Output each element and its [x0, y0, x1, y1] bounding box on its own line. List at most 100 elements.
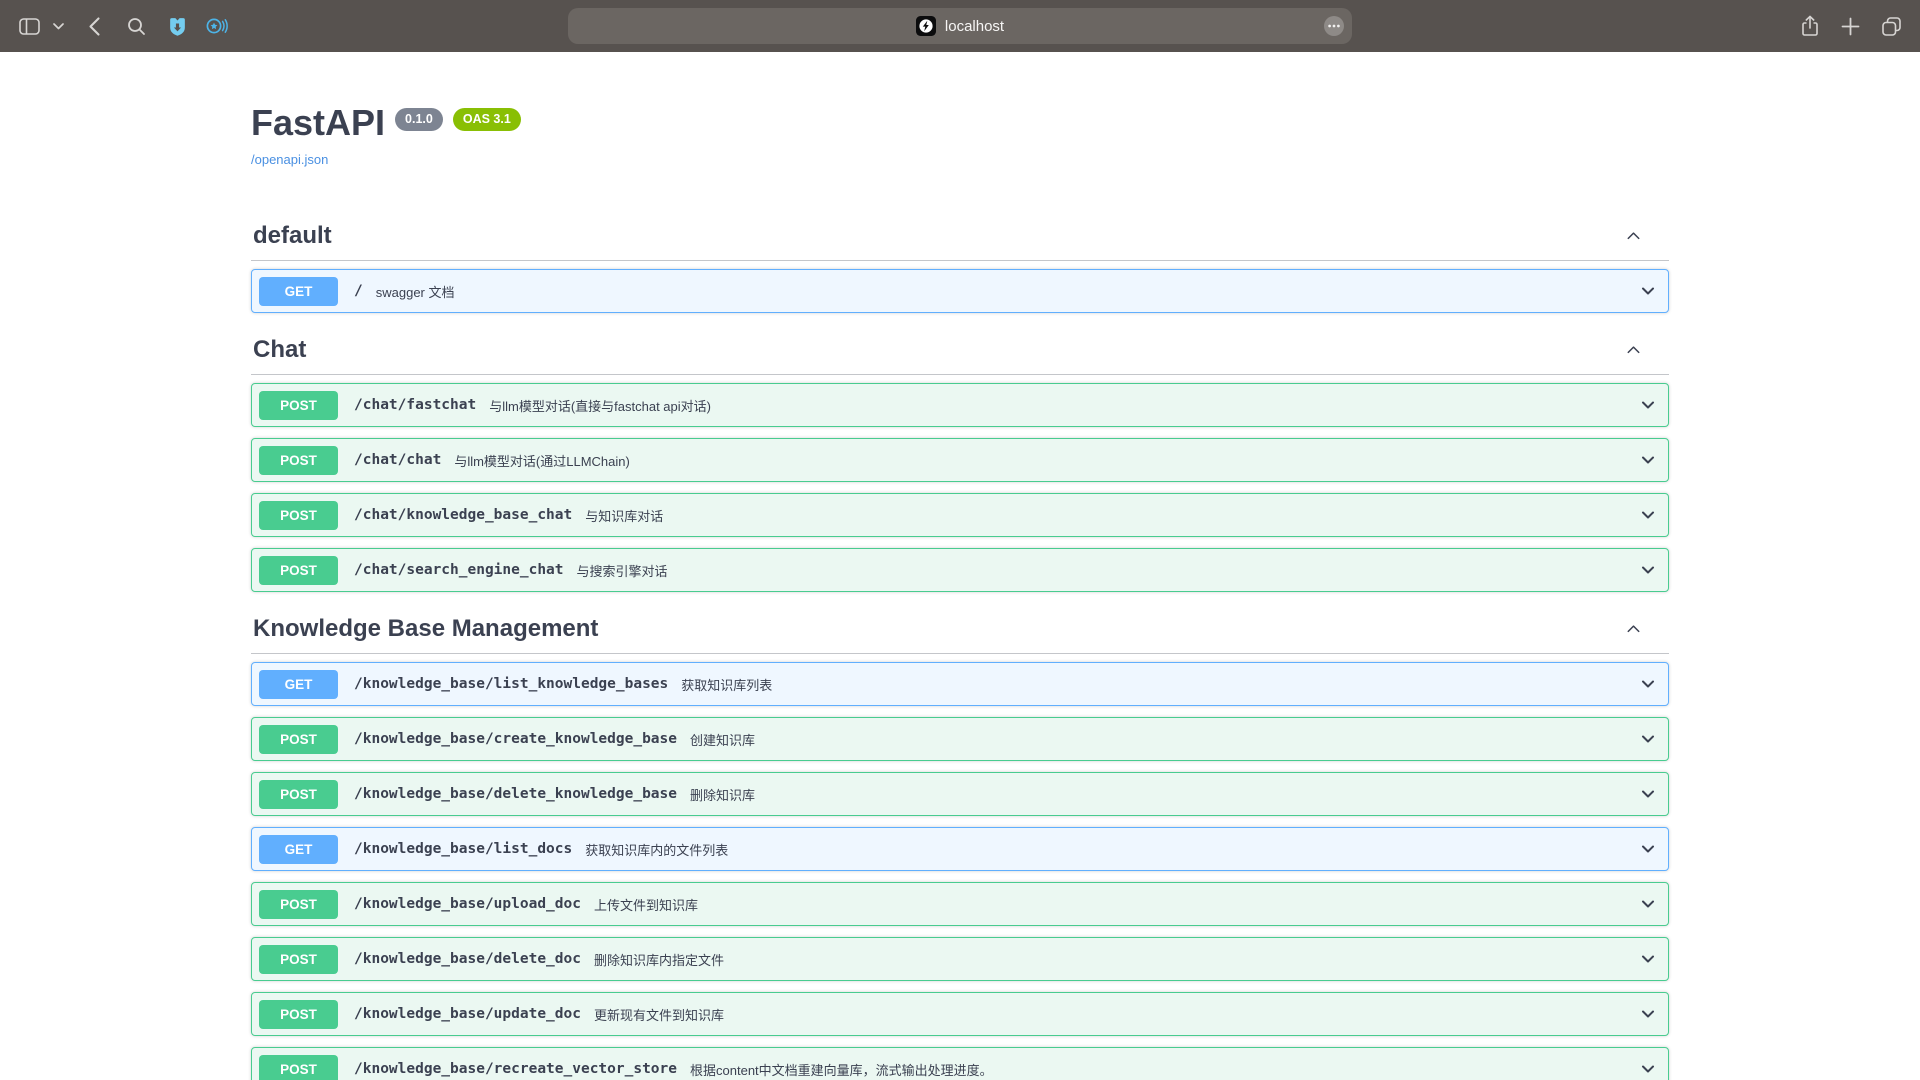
operation-row[interactable]: POST /knowledge_base/recreate_vector_sto… [251, 1047, 1669, 1080]
endpoint-path: /knowledge_base/list_docs [354, 841, 572, 857]
endpoint-description: 与llm模型对话(通过LLMChain) [454, 451, 630, 470]
chevron-down-icon [1638, 729, 1658, 749]
method-badge: POST [259, 725, 338, 754]
endpoint-path: /chat/chat [354, 452, 441, 468]
search-button[interactable] [127, 17, 146, 36]
expand-operation-button[interactable] [1638, 949, 1658, 969]
method-badge: POST [259, 780, 338, 809]
endpoint-path: /knowledge_base/list_knowledge_bases [354, 676, 668, 692]
shield-extension-icon [167, 16, 188, 37]
method-badge: POST [259, 1000, 338, 1029]
openapi-json-link[interactable]: /openapi.json [251, 152, 328, 167]
chevron-down-icon [1638, 281, 1658, 301]
toolbar-left-group [16, 0, 228, 52]
live-extension-button[interactable] [205, 16, 228, 36]
api-section: Knowledge Base Management GET /knowledge… [251, 614, 1669, 1080]
endpoint-path: /chat/fastchat [354, 397, 476, 413]
expand-operation-button[interactable] [1638, 560, 1658, 580]
endpoint-description: 删除知识库内指定文件 [594, 950, 724, 969]
sidebar-menu-button[interactable] [49, 23, 67, 30]
collapse-section-button[interactable] [1624, 619, 1643, 638]
expand-operation-button[interactable] [1638, 505, 1658, 525]
collapse-section-button[interactable] [1624, 226, 1643, 245]
method-badge: POST [259, 446, 338, 475]
expand-operation-button[interactable] [1638, 674, 1658, 694]
page-settings-button[interactable] [1323, 15, 1345, 37]
section-header[interactable]: Knowledge Base Management [251, 614, 1669, 654]
chevron-down-icon [1638, 560, 1658, 580]
chevron-up-icon [1624, 226, 1643, 245]
page-title: FastAPI 0.1.0 OAS 3.1 [251, 103, 1669, 143]
operation-row[interactable]: POST /knowledge_base/delete_doc 删除知识库内指定… [251, 937, 1669, 981]
endpoint-path: /knowledge_base/delete_knowledge_base [354, 786, 677, 802]
expand-operation-button[interactable] [1638, 1004, 1658, 1024]
endpoint-path: /knowledge_base/create_knowledge_base [354, 731, 677, 747]
chevron-up-icon [1624, 619, 1643, 638]
api-section: default GET / swagger 文档 [251, 221, 1669, 313]
tab-overview-icon [1881, 16, 1902, 37]
method-badge: POST [259, 890, 338, 919]
endpoint-description: 上传文件到知识库 [594, 895, 698, 914]
back-button[interactable] [89, 17, 100, 36]
share-button[interactable] [1800, 15, 1820, 38]
operations-list: GET /knowledge_base/list_knowledge_bases… [251, 662, 1669, 1080]
tab-overview-button[interactable] [1881, 16, 1902, 37]
section-header[interactable]: default [251, 221, 1669, 261]
share-icon [1800, 15, 1820, 38]
method-badge: GET [259, 670, 338, 699]
swagger-page: FastAPI 0.1.0 OAS 3.1 /openapi.json defa… [0, 52, 1920, 1080]
expand-operation-button[interactable] [1638, 395, 1658, 415]
endpoint-description: 更新现有文件到知识库 [594, 1005, 724, 1024]
operation-row[interactable]: GET /knowledge_base/list_docs 获取知识库内的文件列… [251, 827, 1669, 871]
operations-list: GET / swagger 文档 [251, 269, 1669, 313]
operation-row[interactable]: POST /knowledge_base/update_doc 更新现有文件到知… [251, 992, 1669, 1036]
new-tab-button[interactable] [1841, 17, 1860, 36]
endpoint-path: /knowledge_base/upload_doc [354, 896, 581, 912]
operation-row[interactable]: POST /chat/search_engine_chat 与搜索引擎对话 [251, 548, 1669, 592]
sidebar-icon [19, 18, 40, 35]
address-bar[interactable]: localhost [568, 8, 1352, 44]
endpoint-description: 删除知识库 [690, 785, 755, 804]
operation-row[interactable]: POST /chat/fastchat 与llm模型对话(直接与fastchat… [251, 383, 1669, 427]
operation-row[interactable]: POST /chat/chat 与llm模型对话(通过LLMChain) [251, 438, 1669, 482]
expand-operation-button[interactable] [1638, 1059, 1658, 1079]
section-title: default [253, 221, 332, 250]
expand-operation-button[interactable] [1638, 729, 1658, 749]
chevron-down-icon [1638, 784, 1658, 804]
operation-row[interactable]: GET /knowledge_base/list_knowledge_bases… [251, 662, 1669, 706]
endpoint-path: /knowledge_base/recreate_vector_store [354, 1061, 677, 1077]
method-badge: POST [259, 501, 338, 530]
endpoint-path: /knowledge_base/update_doc [354, 1006, 581, 1022]
oas-badge: OAS 3.1 [453, 108, 521, 131]
ellipsis-icon [1323, 15, 1345, 37]
collapse-section-button[interactable] [1624, 340, 1643, 359]
chevron-down-icon [1638, 674, 1658, 694]
operation-row[interactable]: POST /knowledge_base/upload_doc 上传文件到知识库 [251, 882, 1669, 926]
operation-row[interactable]: POST /chat/knowledge_base_chat 与知识库对话 [251, 493, 1669, 537]
content-blocker-extension-button[interactable] [167, 16, 188, 37]
operation-row[interactable]: POST /knowledge_base/create_knowledge_ba… [251, 717, 1669, 761]
method-badge: GET [259, 277, 338, 306]
expand-operation-button[interactable] [1638, 784, 1658, 804]
method-badge: GET [259, 835, 338, 864]
method-badge: POST [259, 1055, 338, 1080]
expand-operation-button[interactable] [1638, 281, 1658, 301]
url-text: localhost [945, 18, 1004, 35]
endpoint-description: swagger 文档 [376, 282, 455, 301]
chevron-down-icon [1638, 1004, 1658, 1024]
operation-row[interactable]: GET / swagger 文档 [251, 269, 1669, 313]
api-title-text: FastAPI [251, 103, 385, 143]
chevron-down-icon [1638, 949, 1658, 969]
section-header[interactable]: Chat [251, 335, 1669, 375]
chevron-down-icon [1638, 894, 1658, 914]
expand-operation-button[interactable] [1638, 894, 1658, 914]
section-title: Chat [253, 335, 306, 364]
endpoint-path: /knowledge_base/delete_doc [354, 951, 581, 967]
version-badge: 0.1.0 [395, 108, 443, 131]
operation-row[interactable]: POST /knowledge_base/delete_knowledge_ba… [251, 772, 1669, 816]
sidebar-toggle-button[interactable] [16, 18, 42, 35]
endpoint-description: 与llm模型对话(直接与fastchat api对话) [489, 396, 711, 415]
expand-operation-button[interactable] [1638, 450, 1658, 470]
expand-operation-button[interactable] [1638, 839, 1658, 859]
chevron-down-icon [1638, 395, 1658, 415]
